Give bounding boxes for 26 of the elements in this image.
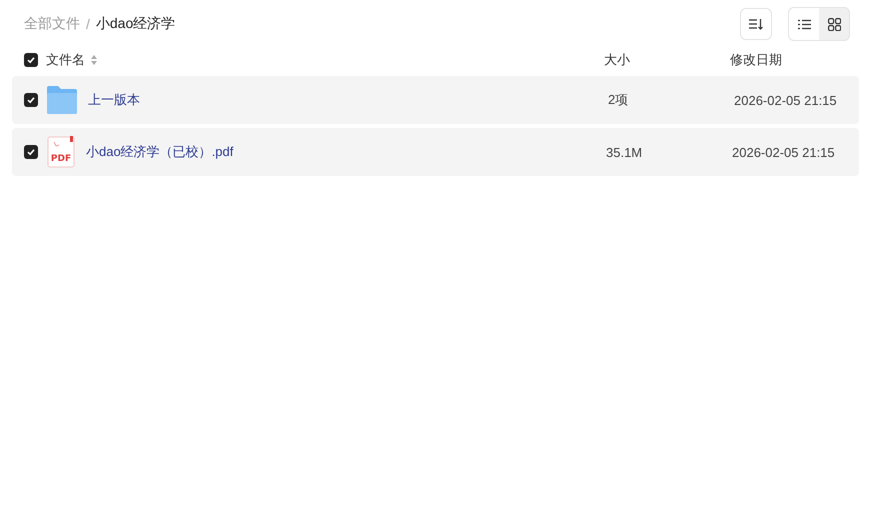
checkbox[interactable] xyxy=(24,53,38,67)
breadcrumb-separator: / xyxy=(86,16,90,32)
pdf-file-icon: PDF xyxy=(47,136,75,168)
list-icon xyxy=(798,18,810,30)
sort-button[interactable] xyxy=(740,8,772,40)
modified-date: 2026-02-05 21:15 xyxy=(734,92,837,108)
check-icon xyxy=(27,56,35,64)
modified-date: 2026-02-05 21:15 xyxy=(732,144,835,160)
grid-icon xyxy=(828,18,840,30)
checkbox[interactable] xyxy=(24,145,38,159)
file-row[interactable]: PDF 小dao经济学（已校）.pdf 35.1M 2026-02-05 21:15 xyxy=(12,128,859,176)
file-size: 2项 xyxy=(608,91,630,109)
breadcrumb-item: 小dao经济学 xyxy=(96,15,176,33)
column-header: 大小 xyxy=(604,51,631,69)
column-header: 文件名 xyxy=(46,51,85,69)
file-name[interactable]: 小dao经济学（已校）.pdf xyxy=(86,143,606,161)
file-row[interactable]: 上一版本 2项 2026-02-05 21:15 xyxy=(12,76,859,124)
column-header: 修改日期 xyxy=(730,51,782,69)
list-view-button[interactable] xyxy=(789,8,819,40)
checkbox[interactable] xyxy=(24,93,38,107)
sort-icon xyxy=(749,18,763,30)
file-name[interactable]: 上一版本 xyxy=(88,91,608,109)
folder-icon xyxy=(47,86,77,114)
check-icon xyxy=(27,96,35,104)
file-size: 35.1M xyxy=(606,144,644,160)
check-icon xyxy=(27,148,35,156)
